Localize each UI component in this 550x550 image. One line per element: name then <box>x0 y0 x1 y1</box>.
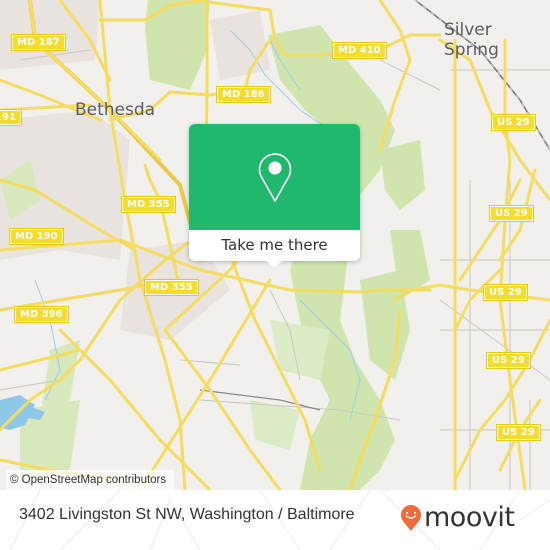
address-text: 3402 Livingston St NW, Washington / Balt… <box>19 506 355 523</box>
route-shield: MD 355 <box>121 196 176 213</box>
route-shield: US 29 <box>489 205 534 222</box>
moovit-logo[interactable]: moovit <box>400 502 515 533</box>
take-me-there-button[interactable]: Take me there <box>189 230 360 261</box>
moovit-pin-icon <box>401 504 421 531</box>
route-shield: MD 190 <box>9 228 64 245</box>
take-me-there-header[interactable] <box>189 124 360 230</box>
footer-bar: 3402 Livingston St NW, Washington / Balt… <box>0 490 550 550</box>
route-shield: 191 <box>0 109 22 126</box>
place-label-bethesda: Bethesda <box>75 100 156 120</box>
location-pin-icon <box>258 153 291 202</box>
route-shield: MD 187 <box>11 34 66 51</box>
route-shield: US 29 <box>486 352 531 369</box>
route-shield: MD 355 <box>144 279 199 296</box>
route-shield: US 29 <box>496 424 541 441</box>
moovit-wordmark: moovit <box>424 502 515 533</box>
map-attribution: © OpenStreetMap contributors <box>6 470 175 490</box>
route-shield: MD 396 <box>14 306 69 323</box>
route-shield: US 29 <box>491 114 536 131</box>
route-shield: MD 410 <box>332 42 387 59</box>
popup-pointer <box>265 260 283 268</box>
place-label-silver-spring: Silver Spring <box>444 20 499 60</box>
route-shield: MD 186 <box>216 86 271 103</box>
destination-popup: Take me there <box>189 124 360 268</box>
route-shield: US 29 <box>483 284 528 301</box>
